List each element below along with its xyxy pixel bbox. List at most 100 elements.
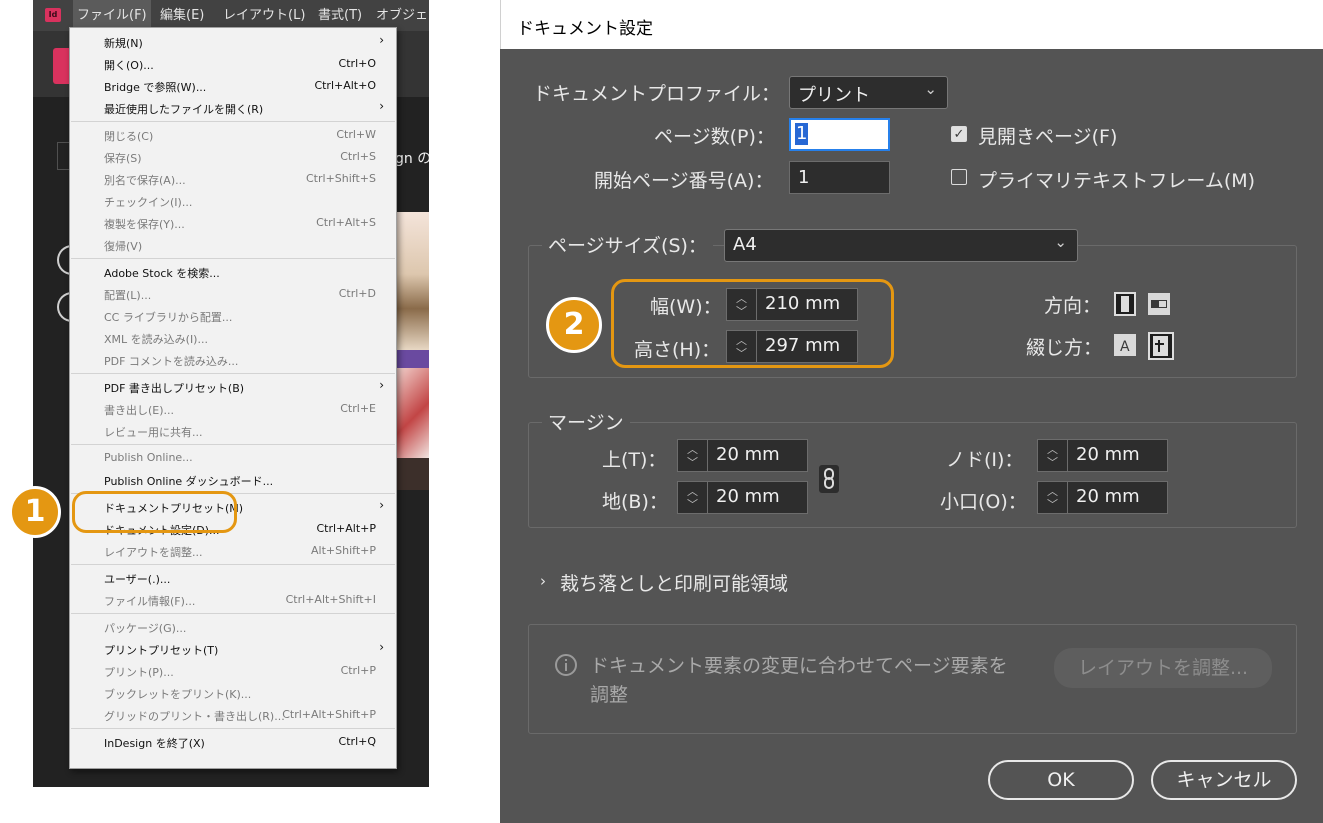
file-menu-item[interactable]: チェックイン(I)...	[70, 190, 396, 212]
file-menu-item[interactable]: 書き出し(E)... Ctrl+E	[70, 398, 396, 420]
primary-text-frame-checkbox[interactable]	[951, 169, 967, 185]
menu-item-label: 保存(S)	[104, 152, 142, 165]
file-menu-item[interactable]: プリント(P)... Ctrl+P	[70, 660, 396, 682]
menu-item-label: 書き出し(E)...	[104, 404, 175, 417]
file-menu-item[interactable]: グリッドのプリント・書き出し(R)... Ctrl+Alt+Shift+P	[70, 704, 396, 726]
menu-separator	[71, 258, 395, 259]
menu-item-label: チェックイン(I)...	[104, 196, 193, 209]
file-menu-item[interactable]: ブックレットをプリント(K)...	[70, 682, 396, 704]
menu-item-label: Publish Online...	[104, 451, 193, 464]
menu-item-label: 閉じる(C)	[104, 130, 154, 143]
profile-label: ドキュメントプロファイル：	[533, 83, 781, 105]
file-menu-item[interactable]: パッケージ(G)...	[70, 616, 396, 638]
file-menu-item[interactable]: 保存(S) Ctrl+S	[70, 146, 396, 168]
orientation-label: 方向：	[1044, 295, 1102, 317]
file-menu-item[interactable]: 閉じる(C) Ctrl+W	[70, 124, 396, 146]
chevron-down-icon: ⌄	[924, 80, 937, 98]
file-menu: 新規(N) › 開く(O)... Ctrl+O Bridge で参照(W)... Ctrl…	[69, 27, 397, 769]
file-menu-item[interactable]: 最近使用したファイルを開く(R) ›	[70, 97, 396, 119]
adjust-layout-button[interactable]: レイアウトを調整...	[1054, 648, 1272, 688]
menu-item-shortcut: Ctrl+Q	[338, 735, 376, 748]
landscape-orientation-icon[interactable]	[1148, 293, 1170, 315]
start-page-value: 1	[798, 167, 810, 188]
ok-button[interactable]: OK	[988, 760, 1134, 800]
pages-input[interactable]: 1	[789, 118, 890, 151]
bleed-slug-toggle[interactable]: 裁ち落としと印刷可能領域	[560, 569, 788, 596]
svg-text:A: A	[1120, 339, 1130, 355]
start-page-input[interactable]: 1	[789, 161, 890, 194]
bottom-margin-stepper[interactable]: ︿ ﹀ 20 mm	[677, 481, 808, 514]
indesign-logo-icon: Id	[45, 8, 61, 22]
file-menu-item[interactable]: Publish Online...	[70, 447, 396, 469]
file-menu-item[interactable]: レイアウトを調整... Alt+Shift+P	[70, 540, 396, 562]
file-menu-item[interactable]: 復帰(V)	[70, 234, 396, 256]
menu-item-label: 復帰(V)	[104, 240, 143, 253]
chevron-right-icon[interactable]: ›	[540, 572, 546, 590]
file-menu-item[interactable]: 開く(O)... Ctrl+O	[70, 53, 396, 75]
chevron-down-icon: ⌄	[1054, 233, 1067, 251]
info-icon	[554, 653, 578, 677]
menu-item-label: PDF コメントを読み込み...	[104, 355, 239, 368]
dialog-title: ドキュメント設定	[517, 19, 653, 39]
submenu-arrow-icon: ›	[379, 378, 384, 392]
binding-label: 綴じ方：	[1026, 337, 1103, 359]
portrait-orientation-icon[interactable]	[1114, 292, 1136, 316]
binding-left-icon[interactable]: A	[1114, 334, 1136, 356]
binding-right-icon[interactable]	[1148, 332, 1174, 360]
stepper-arrows-icon[interactable]: ︿ ﹀	[1038, 482, 1068, 513]
stepper-arrows-icon[interactable]: ︿ ﹀	[1038, 440, 1068, 471]
facing-pages-checkbox[interactable]: ✓	[951, 126, 967, 142]
callout-badge-1: 1	[9, 486, 61, 538]
menu-item-label: XML を読み込み(I)...	[104, 333, 208, 346]
top-margin-stepper[interactable]: ︿ ﹀ 20 mm	[677, 439, 808, 472]
cancel-button[interactable]: キャンセル	[1151, 760, 1297, 800]
menu-item-label: Publish Online ダッシュボード...	[104, 475, 274, 488]
home-heading-fragment: gn の	[395, 151, 429, 167]
file-menu-item[interactable]: 配置(L)... Ctrl+D	[70, 283, 396, 305]
file-menu-item[interactable]: Bridge で参照(W)... Ctrl+Alt+O	[70, 75, 396, 97]
file-menu-item[interactable]: レビュー用に共有...	[70, 420, 396, 442]
file-menu-item[interactable]: PDF 書き出しプリセット(B) ›	[70, 376, 396, 398]
menu-item-label: 複製を保存(Y)...	[104, 218, 185, 231]
menu-item-label: パッケージ(G)...	[104, 622, 187, 635]
file-menu-item[interactable]: ユーザー(.)...	[70, 567, 396, 589]
stepper-arrows-icon[interactable]: ︿ ﹀	[678, 482, 708, 513]
profile-select[interactable]: プリント ⌄	[789, 76, 948, 109]
menu-item-label: ブックレットをプリント(K)...	[104, 688, 252, 701]
submenu-arrow-icon: ›	[379, 33, 384, 47]
file-menu-item[interactable]: プリントプリセット(T) ›	[70, 638, 396, 660]
menu-item-shortcut: Ctrl+O	[338, 57, 376, 70]
file-menu-item[interactable]: 別名で保存(A)... Ctrl+Shift+S	[70, 168, 396, 190]
file-menu-item[interactable]: PDF コメントを読み込み...	[70, 349, 396, 371]
file-menu-item[interactable]: 新規(N) ›	[70, 31, 396, 53]
file-menu-item[interactable]: Publish Online ダッシュボード...	[70, 469, 396, 491]
menu-item-label: InDesign を終了(X)	[104, 737, 205, 750]
file-menu-item[interactable]: InDesign を終了(X) Ctrl+Q	[70, 731, 396, 753]
file-menu-item[interactable]: Adobe Stock を検索...	[70, 261, 396, 283]
menu-item-shortcut: Ctrl+S	[340, 150, 376, 163]
file-menu-item[interactable]: CC ライブラリから配置...	[70, 305, 396, 327]
menu-item-label: Adobe Stock を検索...	[104, 267, 220, 280]
file-menu-item[interactable]: ファイル情報(F)... Ctrl+Alt+Shift+I	[70, 589, 396, 611]
dialog-title-bar: ドキュメント設定	[500, 0, 1323, 49]
menu-item-label: ファイル情報(F)...	[104, 595, 196, 608]
template-thumbnail[interactable]	[395, 212, 429, 490]
outside-margin-stepper[interactable]: ︿ ﹀ 20 mm	[1037, 481, 1168, 514]
menu-item-shortcut: Ctrl+Alt+Shift+P	[282, 708, 376, 721]
facing-pages-label: 見開きページ(F)	[978, 126, 1118, 148]
file-menu-item[interactable]: 複製を保存(Y)... Ctrl+Alt+S	[70, 212, 396, 234]
callout-highlight-document-presets	[72, 491, 237, 533]
menu-item-label: グリッドのプリント・書き出し(R)...	[104, 710, 285, 723]
info-text-line-1: ドキュメント要素の変更に合わせてページ要素を	[590, 655, 1008, 677]
info-text-line-2: 調整	[590, 684, 629, 706]
menu-item-shortcut: Ctrl+P	[340, 664, 376, 677]
inside-margin-stepper[interactable]: ︿ ﹀ 20 mm	[1037, 439, 1168, 472]
bottom-margin-label: 地(B)：	[602, 491, 668, 513]
menu-item-label: プリントプリセット(T)	[104, 644, 219, 657]
file-menu-item[interactable]: XML を読み込み(I)...	[70, 327, 396, 349]
chain-link-icon[interactable]	[819, 465, 839, 493]
stepper-arrows-icon[interactable]: ︿ ﹀	[678, 440, 708, 471]
menu-item-label: 開く(O)...	[104, 59, 154, 72]
submenu-arrow-icon: ›	[379, 640, 384, 654]
page-size-select[interactable]: A4 ⌄	[724, 229, 1078, 262]
